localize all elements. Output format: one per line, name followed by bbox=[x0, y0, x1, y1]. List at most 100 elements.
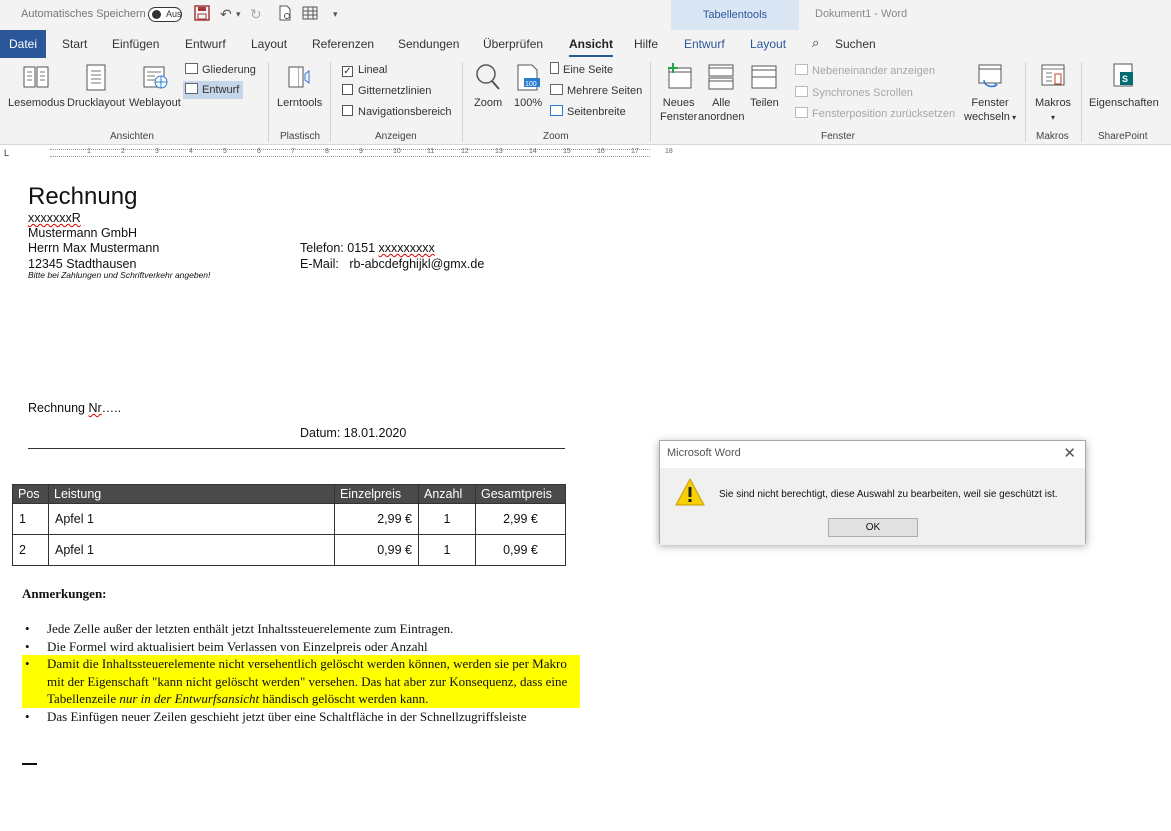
group-macros-label: Makros bbox=[1036, 131, 1069, 142]
multiple-pages-button[interactable]: Mehrere Seiten bbox=[550, 82, 642, 100]
properties-button[interactable]: S Eigenschaften bbox=[1089, 62, 1159, 110]
search-icon[interactable]: ⌕ bbox=[812, 35, 819, 51]
horizontal-rule bbox=[28, 448, 565, 449]
side-by-side-icon bbox=[795, 64, 808, 75]
insert-table-icon[interactable] bbox=[302, 5, 318, 25]
remark-italic-text: nur in der Entwurfsansicht bbox=[119, 691, 260, 706]
tab-file[interactable]: Datei bbox=[0, 30, 46, 58]
cell-service[interactable]: Apfel 1 bbox=[48, 503, 335, 535]
cell-quantity[interactable]: 1 bbox=[418, 534, 476, 566]
sender-code-text: xxxxxxxR bbox=[28, 211, 81, 225]
cell-quantity[interactable]: 1 bbox=[418, 503, 476, 535]
reset-window-position-button[interactable]: Fensterposition zurücksetzen bbox=[795, 105, 955, 123]
table-row[interactable]: 1 Apfel 1 2,99 € 1 2,99 € bbox=[12, 503, 566, 535]
tab-table-layout[interactable]: Layout bbox=[750, 37, 786, 51]
ruler-checkbox[interactable]: ✓ Lineal bbox=[342, 61, 387, 79]
navigation-pane-checkbox[interactable]: Navigationsbereich bbox=[342, 103, 452, 121]
tab-selector-icon[interactable]: L bbox=[4, 148, 9, 158]
phone-value: xxxxxxxxx bbox=[378, 241, 435, 255]
sync-scroll-button[interactable]: Synchrones Scrollen bbox=[795, 84, 913, 102]
invoice-number-abbr: Nr bbox=[88, 401, 102, 415]
cell-total[interactable]: 0,99 € bbox=[475, 534, 566, 566]
autosave-state: Aus bbox=[166, 9, 182, 19]
learning-tools-button[interactable]: Lerntools bbox=[277, 62, 322, 110]
ribbon-view: Lesemodus Drucklayout Weblayout Gliederu… bbox=[0, 58, 1171, 145]
search-box[interactable]: Suchen bbox=[835, 37, 876, 51]
tab-start[interactable]: Start bbox=[62, 37, 87, 51]
tab-layout[interactable]: Layout bbox=[251, 37, 287, 51]
one-page-button[interactable]: Eine Seite bbox=[550, 61, 613, 79]
tab-review[interactable]: Überprüfen bbox=[483, 37, 543, 51]
divider bbox=[462, 62, 463, 142]
svg-text:100: 100 bbox=[525, 81, 537, 88]
tab-design[interactable]: Entwurf bbox=[185, 37, 226, 51]
cell-total[interactable]: 2,99 € bbox=[475, 503, 566, 535]
web-layout-button[interactable]: Weblayout bbox=[129, 62, 181, 110]
macros-icon bbox=[1039, 62, 1067, 92]
split-icon bbox=[750, 62, 778, 92]
header-unit-price: Einzelpreis bbox=[334, 484, 419, 504]
checkbox-icon bbox=[342, 105, 353, 116]
switch-windows-button[interactable]: Fenster wechseln ▾ bbox=[964, 62, 1016, 125]
header-service: Leistung bbox=[48, 484, 335, 504]
ruler-number: 5 bbox=[223, 148, 227, 155]
tab-table-design[interactable]: Entwurf bbox=[684, 37, 725, 51]
tab-help[interactable]: Hilfe bbox=[634, 37, 658, 51]
learning-tools-label: Lerntools bbox=[277, 97, 323, 109]
group-sharepoint-label: SharePoint bbox=[1098, 131, 1148, 142]
new-window-button[interactable]: Neues Fenster bbox=[660, 62, 697, 124]
print-preview-icon[interactable] bbox=[278, 5, 292, 25]
page-width-label: Seitenbreite bbox=[567, 106, 626, 118]
tab-view[interactable]: Ansicht bbox=[569, 37, 614, 57]
side-by-side-button[interactable]: Nebeneinander anzeigen bbox=[795, 62, 935, 80]
ruler-number: 15 bbox=[563, 148, 571, 155]
one-page-label: Eine Seite bbox=[563, 64, 614, 76]
cell-service[interactable]: Apfel 1 bbox=[48, 534, 335, 566]
read-mode-button[interactable]: Lesemodus bbox=[8, 62, 65, 110]
zoom-button[interactable]: Zoom bbox=[474, 62, 502, 110]
ruler-number: 10 bbox=[393, 148, 401, 155]
checkmark-icon: ✓ bbox=[342, 66, 353, 77]
invoice-table[interactable]: Pos Leistung Einzelpreis Anzahl Gesamtpr… bbox=[12, 484, 566, 566]
save-icon[interactable] bbox=[194, 5, 210, 25]
zoom-100-button[interactable]: 100 100% bbox=[514, 62, 542, 110]
macros-button[interactable]: Makros ▾ bbox=[1035, 62, 1071, 125]
arrange-all-button[interactable]: Alle anordnen bbox=[698, 62, 745, 124]
autosave-toggle[interactable]: Aus bbox=[148, 7, 182, 22]
customize-qa-icon[interactable]: ▾ bbox=[333, 5, 338, 23]
redo-icon[interactable]: ↻ bbox=[250, 5, 262, 23]
phone-line: Telefon: 0151 xxxxxxxxx bbox=[300, 241, 435, 255]
ruler-number: 4 bbox=[189, 148, 193, 155]
ok-button[interactable]: OK bbox=[828, 518, 918, 537]
draft-button[interactable]: Entwurf bbox=[183, 81, 244, 99]
tab-references[interactable]: Referenzen bbox=[312, 37, 374, 51]
cell-pos[interactable]: 2 bbox=[12, 534, 49, 566]
message-dialog: Microsoft Word ✕ Sie sind nicht berechti… bbox=[659, 440, 1086, 545]
dialog-message: Sie sind nicht berechtigt, diese Auswahl… bbox=[719, 489, 1058, 500]
header-quantity: Anzahl bbox=[418, 484, 476, 504]
tab-mailings[interactable]: Sendungen bbox=[398, 37, 459, 51]
split-button[interactable]: Teilen bbox=[750, 62, 779, 110]
remark-text: händisch gelöscht werden kann. bbox=[259, 691, 429, 706]
new-window-label-2: Fenster bbox=[660, 111, 698, 123]
outline-button[interactable]: Gliederung bbox=[185, 61, 256, 79]
web-layout-icon bbox=[141, 62, 169, 92]
close-icon[interactable]: ✕ bbox=[1063, 444, 1076, 462]
print-layout-button[interactable]: Drucklayout bbox=[67, 62, 125, 110]
cell-unit-price[interactable]: 0,99 € bbox=[334, 534, 419, 566]
autosave-label: Automatisches Speichern bbox=[21, 8, 146, 20]
cell-unit-price[interactable]: 2,99 € bbox=[334, 503, 419, 535]
sharepoint-properties-icon: S bbox=[1110, 62, 1138, 92]
undo-icon[interactable]: ↶ bbox=[220, 5, 232, 23]
horizontal-ruler[interactable]: L 1 2 3 4 5 6 7 8 9 10 11 12 13 14 15 16 17 18 bbox=[0, 146, 673, 160]
tab-insert[interactable]: Einfügen bbox=[112, 37, 159, 51]
table-row[interactable]: 2 Apfel 1 0,99 € 1 0,99 € bbox=[12, 534, 566, 566]
gridlines-checkbox[interactable]: Gitternetzlinien bbox=[342, 82, 431, 100]
page-width-button[interactable]: Seitenbreite bbox=[550, 103, 626, 121]
zoom-100-icon: 100 bbox=[514, 62, 542, 92]
city-line: 12345 Stadthausen bbox=[28, 257, 137, 271]
undo-dropdown-icon[interactable]: ▾ bbox=[236, 5, 241, 23]
ruler-number: 8 bbox=[325, 148, 329, 155]
cell-pos[interactable]: 1 bbox=[12, 503, 49, 535]
end-of-document-mark bbox=[22, 763, 37, 765]
